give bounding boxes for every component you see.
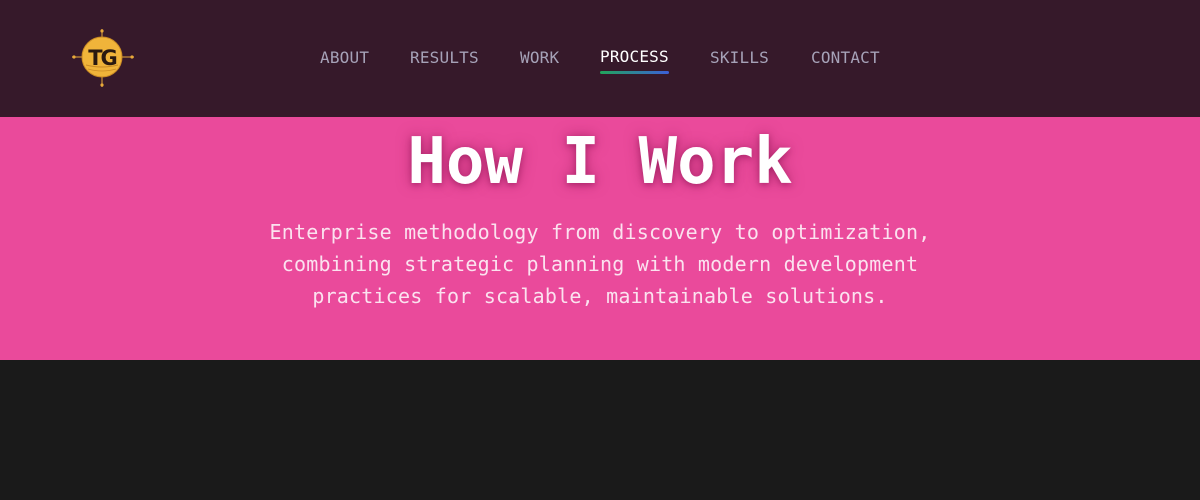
nav-item-results[interactable]: RESULTS: [410, 47, 479, 69]
main-nav: ABOUT RESULTS WORK PROCESS SKILLS CONTAC…: [0, 47, 1200, 77]
page-title: How I Work: [407, 125, 793, 199]
nav-item-about[interactable]: ABOUT: [320, 47, 369, 69]
top-navbar: TG ABOUT RESULTS WORK PROCESS SKILLS CON…: [0, 0, 1200, 117]
nav-item-contact[interactable]: CONTACT: [811, 47, 880, 69]
nav-item-process[interactable]: PROCESS: [600, 46, 669, 74]
nav-item-skills[interactable]: SKILLS: [710, 47, 769, 69]
hero-subtitle: Enterprise methodology from discovery to…: [269, 220, 931, 308]
nav-item-process-label: PROCESS: [600, 47, 669, 66]
active-nav-underline: [600, 71, 669, 74]
process-hero: How I Work Enterprise methodology from d…: [0, 117, 1200, 360]
content-area: [0, 360, 1200, 500]
nav-item-work[interactable]: WORK: [520, 47, 559, 69]
